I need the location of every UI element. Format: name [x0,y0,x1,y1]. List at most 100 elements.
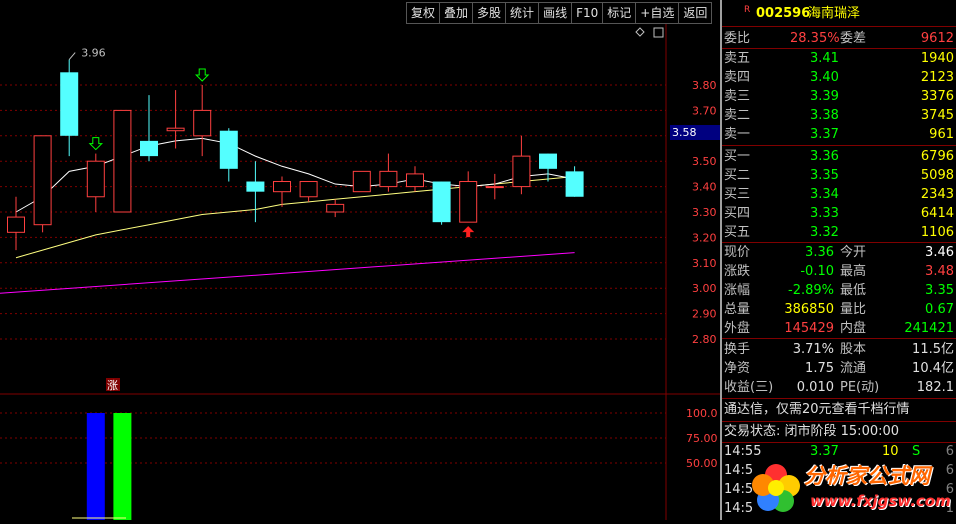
info-row: 收益(三) 0.010 PE(动) 182.1 [722,379,956,397]
ask-row: 卖四 3.40 2123 [722,69,956,87]
quote-divider [722,338,956,339]
trade-status: 交易状态: 闭市阶段 15:00:00 [724,424,900,439]
up-arrow-icon [462,226,475,238]
kline-svg[interactable]: 3.803.703.603.503.403.303.203.103.002.90… [0,24,720,520]
toolbar-button-3[interactable]: 统计 [505,2,539,24]
weicha-value: 9612 [920,31,954,46]
bid-volume: 5098 [920,168,954,183]
ask-label: 卖二 [724,108,751,123]
bid-label: 买二 [724,168,751,183]
price-tick-label: 3.00 [692,282,717,295]
price-tick-label: 3.80 [692,79,717,92]
promo-row[interactable]: 通达信，仅需20元查看千档行情 [722,401,956,419]
toolbar-button-7[interactable]: +自选 [635,2,679,24]
candle-body [33,135,52,226]
bid-label: 买五 [724,225,751,240]
volume-bar [86,413,105,520]
candle-body [512,155,531,188]
stat-row: 外盘 145429 内盘 241421 [722,320,956,338]
price-tick-label: 3.20 [692,231,717,244]
toolbar-button-5[interactable]: F10 [571,2,603,24]
toolbar-button-0[interactable]: 复权 [406,2,440,24]
stat-row: 涨跌 -0.10 最高 3.48 [722,263,956,281]
info-label: 净资 [724,361,751,376]
quote-divider [722,48,956,49]
ask-label: 卖五 [724,51,751,66]
candle-body [166,127,185,132]
bid-price: 3.36 [810,149,839,164]
stat-label-2: 最低 [840,283,867,298]
candle-body [565,171,584,197]
stat-label-2: 最高 [840,264,867,279]
ask-price: 3.40 [810,70,839,85]
info-value: 3.71% [792,342,834,357]
stat-label-2: 今开 [840,245,867,260]
ask-price: 3.41 [810,51,839,66]
bid-price: 3.34 [810,187,839,202]
kline-chart[interactable]: 3.803.703.603.503.403.303.203.103.002.90… [0,24,720,520]
candle-body [219,130,238,169]
volume-tick-label: 100.0 [686,407,718,420]
quote-divider [722,398,956,399]
info-label: 换手 [724,342,751,357]
bid-row: 买四 3.33 6414 [722,205,956,223]
watermark-title: 分析家公式网 [804,464,930,488]
info-value-2: 182.1 [916,380,954,395]
bid-volume: 6796 [920,149,954,164]
stat-label: 涨幅 [724,283,751,298]
candle-body [299,181,318,198]
candle-body [379,170,398,188]
ask-volume: 2123 [920,70,954,85]
candle-body [432,181,451,223]
bid-row: 买三 3.34 2343 [722,186,956,204]
stat-value-2: 0.67 [925,302,954,317]
stat-value: -2.89% [788,283,834,298]
stock-header[interactable]: R 002596 海南瑞泽 [722,5,956,23]
candle-body [273,181,291,193]
high-price-label: 3.96 [81,47,106,60]
stat-label-2: 内盘 [840,321,867,336]
bid-label: 买一 [724,149,751,164]
ask-volume: 3745 [920,108,954,123]
quote-divider [722,242,956,243]
toolbar-button-4[interactable]: 画线 [538,2,572,24]
toolbar-button-2[interactable]: 多股 [472,2,506,24]
stat-value: -0.10 [800,264,834,279]
quote-divider [722,421,956,422]
weibi-label: 委比 [724,31,751,46]
stat-value-2: 3.48 [925,264,954,279]
bid-price: 3.33 [810,206,839,221]
stat-label: 涨跌 [724,264,751,279]
diamond-icon [635,27,645,37]
volume-tick-label: 75.00 [686,432,718,445]
stat-value: 386850 [784,302,834,317]
weicha-label: 委差 [840,31,867,46]
ask-price: 3.39 [810,89,839,104]
current-price-tag: 3.58 [670,125,722,140]
info-label-2: 股本 [840,342,867,357]
candle-body [193,109,212,137]
candle-body [7,216,25,233]
bid-row: 买五 3.32 1106 [722,224,956,242]
ask-volume: 1940 [920,51,954,66]
promo-text[interactable]: 通达信，仅需20元查看千档行情 [724,401,910,419]
price-tick-label: 3.30 [692,206,717,219]
box-icon [653,27,664,38]
candle-body [406,173,424,188]
toolbar-button-6[interactable]: 标记 [602,2,636,24]
stat-label-2: 量比 [840,302,867,317]
chart-toolbar: 复权 叠加 多股 统计 画线 F10 标记 +自选 返回 [406,2,713,24]
toolbar-button-8[interactable]: 返回 [678,2,713,24]
watermark-logo: 分析家公式网 www.fxjgsw.com [742,458,954,518]
toolbar-button-1[interactable]: 叠加 [439,2,473,24]
info-value-2: 11.5亿 [912,342,954,357]
bid-volume: 1106 [920,225,954,240]
price-tick-label: 3.10 [692,257,717,270]
stat-value-2: 3.46 [925,245,954,260]
volume-bar [113,413,132,520]
bid-price: 3.35 [810,168,839,183]
ma-magenta-line [0,252,575,294]
candle-body [485,186,504,189]
candle-body [459,181,478,223]
quote-panel: R 002596 海南瑞泽 委比 28.35% 委差 9612 卖五 3.41 19… [722,0,956,520]
